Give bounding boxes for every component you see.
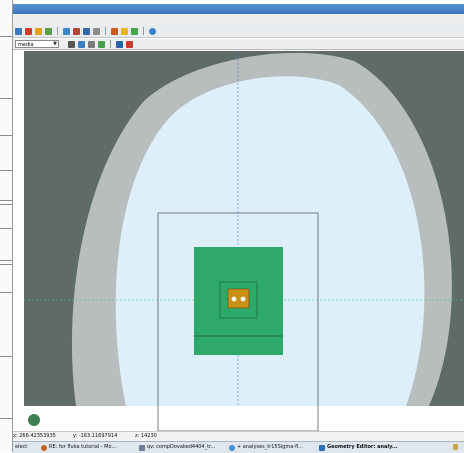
pencil-icon[interactable]	[116, 40, 123, 48]
task-label: + analyses_tr15Sigma-fl...	[237, 444, 303, 450]
browser-icon	[229, 444, 235, 451]
target-hole	[240, 296, 246, 302]
check-icon[interactable]	[131, 27, 138, 35]
geometry-canvas[interactable]	[24, 51, 464, 431]
fluka-icon[interactable]	[83, 27, 90, 35]
window-titlebar[interactable]	[13, 4, 464, 14]
data-icon[interactable]	[45, 27, 52, 35]
edge-divider	[0, 98, 12, 99]
task-label: Geometry Editor: analy...	[327, 444, 398, 450]
pan-icon[interactable]	[88, 40, 95, 48]
toolbar-separator	[110, 40, 111, 48]
object-icon[interactable]	[121, 27, 128, 35]
flair-icon	[319, 444, 325, 451]
task-label: RE: for fluka tutorial - Mo...	[49, 444, 117, 450]
edge-divider	[0, 356, 12, 357]
edge-divider	[0, 228, 12, 229]
edge-divider	[0, 418, 12, 419]
toolbar-separator	[105, 27, 106, 35]
rotate-icon[interactable]	[98, 40, 105, 48]
settings-icon[interactable]	[93, 27, 100, 35]
edge-divider	[0, 36, 12, 37]
plot-icon[interactable]	[63, 27, 70, 35]
floor-region	[24, 406, 464, 431]
status-bar: x: 266.42353935 y: -163.11697914 z: 1423…	[13, 431, 464, 441]
taskbar: elect RE: for fluka tutorial - Mo... qv:…	[13, 441, 464, 453]
target-core	[227, 288, 250, 309]
x-coordinate: x: 266.42353935	[13, 433, 56, 439]
email-icon	[41, 444, 47, 451]
edge-divider	[0, 260, 12, 265]
edge-divider	[0, 200, 12, 205]
toolbar-separator	[143, 27, 144, 35]
view-toolbar: media ▼	[13, 39, 464, 50]
color-icon[interactable]	[126, 40, 133, 48]
task-button-geometry-editor[interactable]: Geometry Editor: analy...	[319, 443, 398, 452]
task-label: qv: compDovaked4404_tr...	[147, 444, 216, 450]
geometry-viewport[interactable]	[24, 51, 464, 431]
cut-icon[interactable]	[111, 27, 118, 35]
select-icon[interactable]	[68, 40, 75, 48]
task-button-analyses[interactable]: + analyses_tr15Sigma-fl...	[229, 443, 303, 452]
main-toolbar	[13, 25, 464, 38]
globe-icon[interactable]	[149, 27, 156, 35]
viewer-icon	[139, 444, 145, 451]
y-coordinate: y: -163.11697914	[73, 433, 118, 439]
paste-icon[interactable]	[73, 27, 80, 35]
chevron-down-icon[interactable]: ▼	[53, 42, 57, 47]
toolbar-separator	[57, 27, 58, 35]
flair-logo-icon[interactable]	[15, 27, 22, 35]
tray-lock-icon[interactable]	[453, 444, 458, 450]
run-icon[interactable]	[25, 27, 32, 35]
geometry-icon[interactable]	[35, 27, 42, 35]
menu-strip	[13, 14, 464, 25]
zoom-icon[interactable]	[78, 40, 85, 48]
edge-divider	[0, 292, 12, 293]
left-window-edge	[0, 0, 13, 452]
task-button-qv[interactable]: qv: compDovaked4404_tr...	[139, 443, 215, 452]
mode-label: elect	[15, 444, 28, 450]
mode-select[interactable]: media ▼	[15, 40, 59, 48]
task-button-email[interactable]: RE: for fluka tutorial - Mo...	[41, 443, 116, 452]
orientation-globe-icon[interactable]	[28, 414, 40, 426]
mode-select-value: media	[18, 42, 34, 48]
target-hole	[231, 296, 237, 302]
edge-divider	[0, 170, 12, 171]
edge-divider	[0, 135, 12, 136]
z-coordinate: z: 14230	[135, 433, 157, 439]
